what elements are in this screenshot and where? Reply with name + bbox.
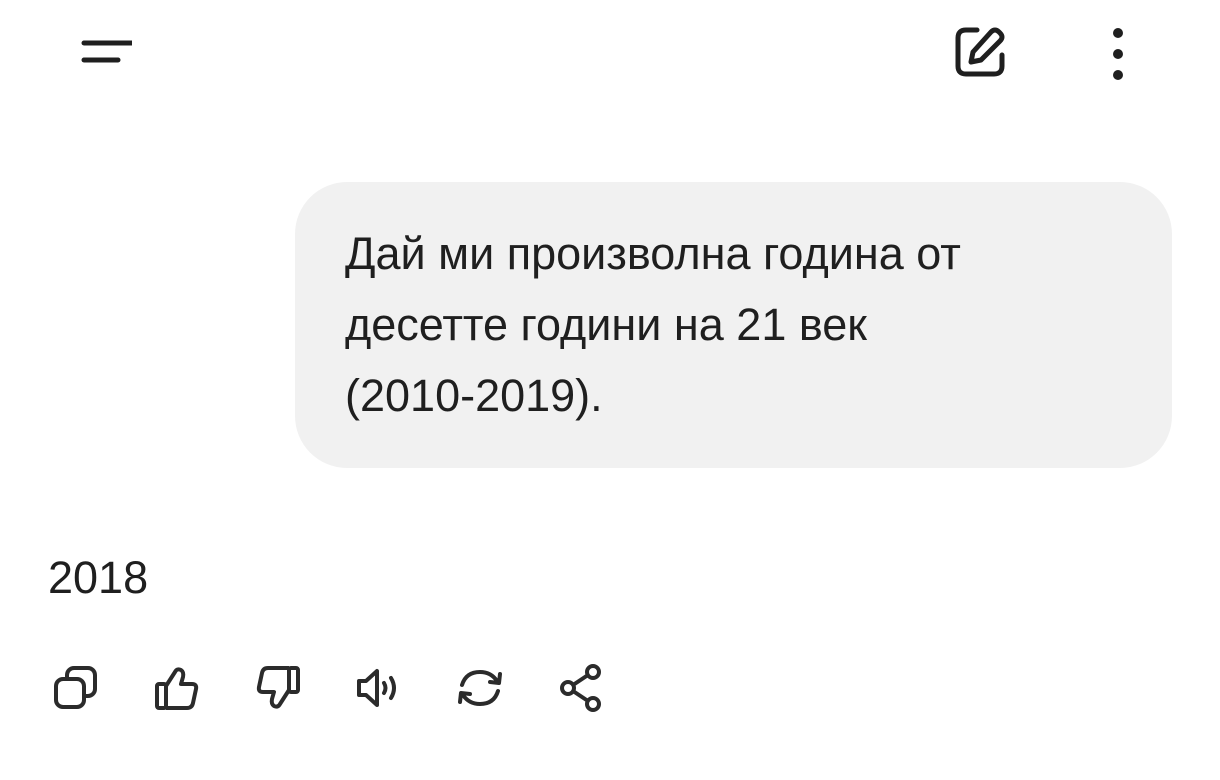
read-aloud-button[interactable] <box>339 652 419 724</box>
new-chat-button[interactable] <box>940 16 1020 88</box>
like-button[interactable] <box>137 652 217 724</box>
assistant-response-text: 2018 <box>48 552 149 603</box>
thumbs-up-icon <box>155 667 199 710</box>
more-vertical-icon <box>1113 28 1123 80</box>
dislike-button[interactable] <box>238 652 318 724</box>
thumbs-down-icon <box>256 666 300 709</box>
share-icon <box>560 664 601 712</box>
more-options-button[interactable] <box>1090 16 1146 88</box>
speaker-icon <box>357 669 396 707</box>
menu-button[interactable] <box>62 20 142 80</box>
refresh-icon <box>458 669 502 707</box>
copy-icon <box>54 666 97 709</box>
edit-icon <box>955 27 1005 77</box>
copy-button[interactable] <box>36 652 116 724</box>
user-message-bubble: Дай ми произволна година от десетте годи… <box>295 182 1172 468</box>
top-app-bar <box>0 0 1220 110</box>
menu-icon <box>81 40 132 63</box>
user-message-text: Дай ми произволна година от десетте годи… <box>345 228 961 421</box>
regenerate-button[interactable] <box>440 652 520 724</box>
response-action-bar <box>36 652 642 724</box>
share-button[interactable] <box>541 652 621 724</box>
